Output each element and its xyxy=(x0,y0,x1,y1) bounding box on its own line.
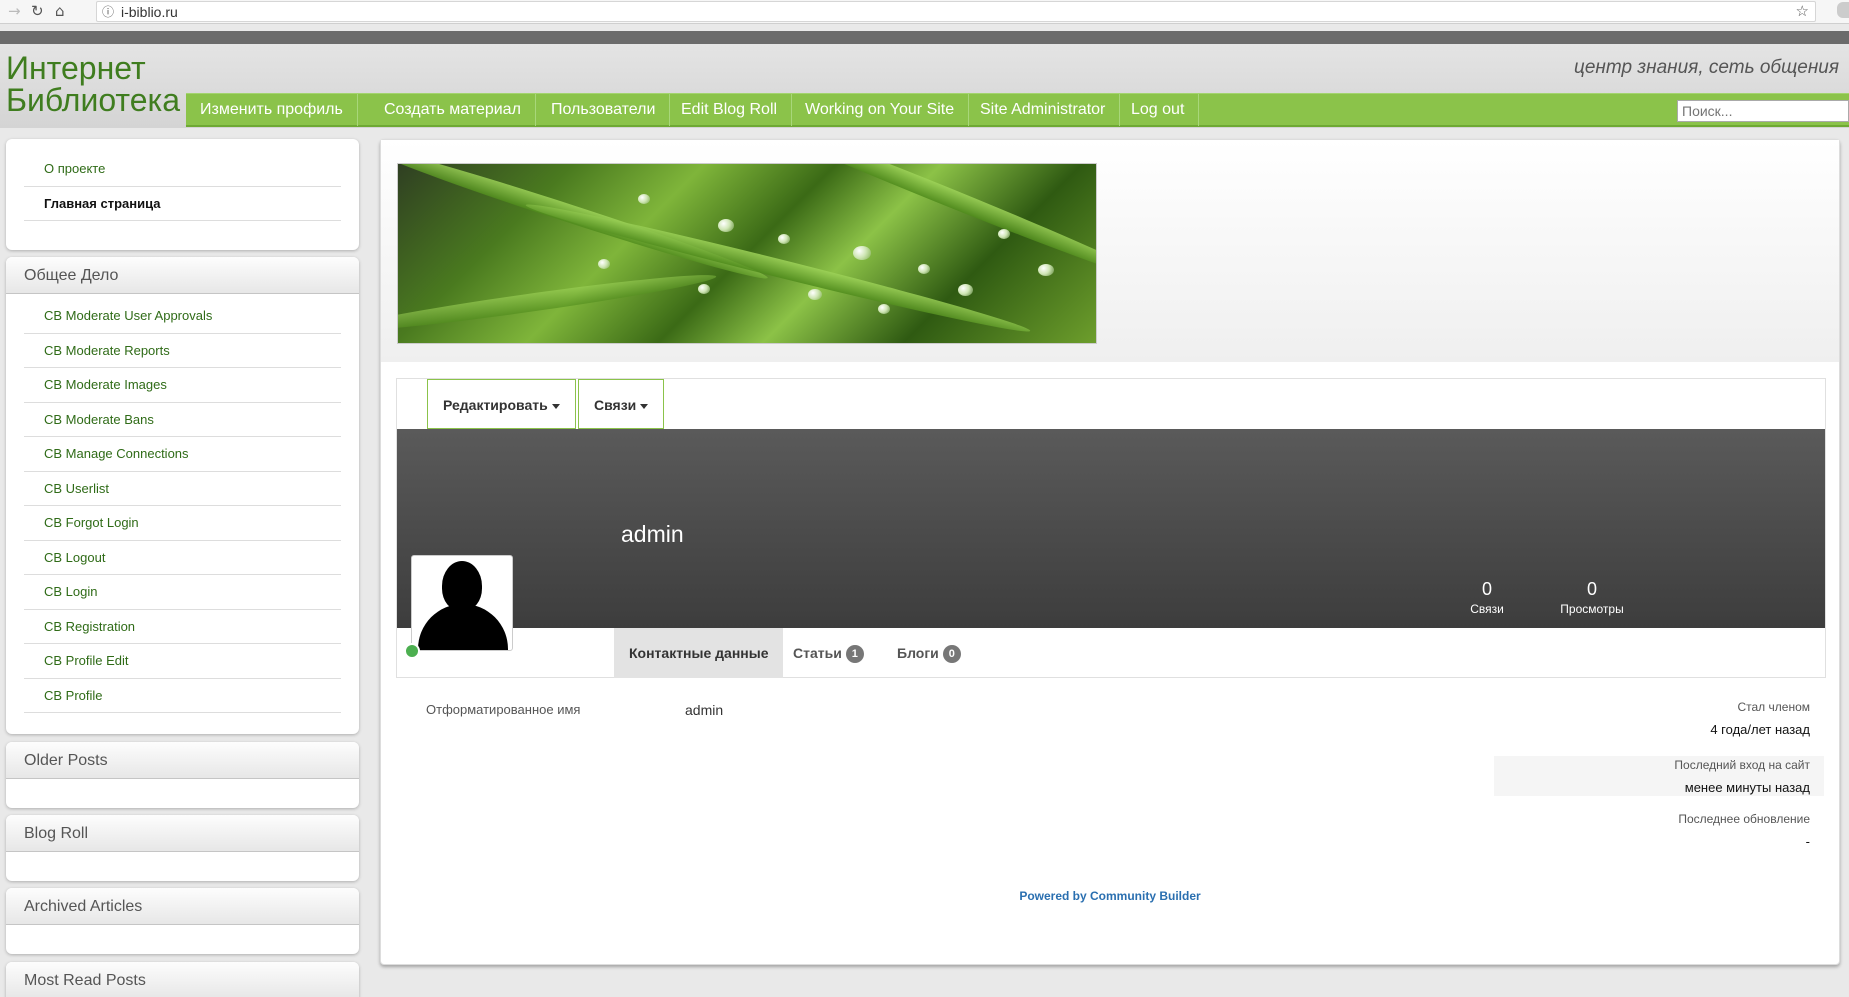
tab-contact-info[interactable]: Контактные данные xyxy=(614,628,784,678)
info-icon[interactable]: ⓘ xyxy=(102,3,114,20)
sidebar-most-read-title: Most Read Posts xyxy=(6,962,359,997)
dark-strip xyxy=(0,31,1849,44)
caret-down-icon xyxy=(551,403,560,409)
sidebar-link-cb-login[interactable]: CB Login xyxy=(24,575,341,610)
formatted-name-label: Отформатированное имя xyxy=(426,702,581,717)
main-menu: Изменить профиль Создать материал Пользо… xyxy=(186,93,1849,127)
connections-button-label: Связи xyxy=(594,397,637,413)
sidebar-link-home[interactable]: Главная страница xyxy=(24,187,341,221)
edit-button-label: Редактировать xyxy=(443,397,548,413)
tab-blogs-count: 0 xyxy=(942,645,961,664)
site-tagline: центр знания, сеть общения xyxy=(1573,57,1839,78)
banner-image xyxy=(397,163,1097,344)
sidebar-blog-roll-panel: Blog Roll xyxy=(6,815,359,881)
sidebar-link-about[interactable]: О проекте xyxy=(24,152,341,187)
sidebar-link-cb-manage-connections[interactable]: CB Manage Connections xyxy=(24,437,341,472)
sidebar-link-cb-logout[interactable]: CB Logout xyxy=(24,541,341,575)
home-icon[interactable]: ⌂ xyxy=(55,2,65,20)
menu-working-on-site[interactable]: Working on Your Site xyxy=(791,94,970,126)
forward-icon[interactable]: → xyxy=(8,2,21,20)
site-logo[interactable]: Интернет Библиотека xyxy=(6,52,184,116)
last-login-label: Последний вход на сайт xyxy=(1674,758,1810,772)
powered-by-link[interactable]: Powered by Community Builder xyxy=(381,889,1839,903)
reload-icon[interactable]: ↻ xyxy=(31,2,44,20)
sidebar-common-panel: Общее Дело CB Moderate User Approvals CB… xyxy=(6,257,359,734)
stat-connections-value: 0 xyxy=(1481,579,1492,599)
search-input[interactable] xyxy=(1677,100,1849,122)
menu-log-out[interactable]: Log out xyxy=(1117,94,1200,126)
main-content: Редактировать Связи admin 0 Связи 0 Прос… xyxy=(380,139,1840,965)
profile-cover: admin 0 Связи 0 Просмотры xyxy=(397,429,1825,628)
sidebar-link-cb-profile-edit[interactable]: CB Profile Edit xyxy=(24,644,341,679)
sidebar-older-posts-title: Older Posts xyxy=(6,742,359,779)
stat-views-label: Просмотры xyxy=(1560,602,1624,616)
stat-connections-label: Связи xyxy=(1470,602,1504,616)
menu-edit-blog-roll[interactable]: Edit Blog Roll xyxy=(667,94,793,126)
profile-toolbar: Редактировать Связи xyxy=(397,379,1825,429)
connections-dropdown-button[interactable]: Связи xyxy=(578,379,665,429)
tab-articles-label: Статьи xyxy=(793,645,842,661)
profile-username: admin xyxy=(621,521,684,547)
bookmark-star-icon[interactable]: ☆ xyxy=(1796,2,1809,20)
sidebar-link-cb-forgot-login[interactable]: CB Forgot Login xyxy=(24,506,341,541)
member-since-value: 4 года/лет назад xyxy=(1710,722,1810,737)
menu-create-content[interactable]: Создать материал xyxy=(370,94,536,126)
edit-dropdown-button[interactable]: Редактировать xyxy=(427,379,576,429)
sidebar-common-title: Общее Дело xyxy=(6,257,359,294)
last-login-value: менее минуты назад xyxy=(1684,780,1810,795)
sidebar-link-cb-registration[interactable]: CB Registration xyxy=(24,610,341,644)
tab-blogs-label: Блоги xyxy=(897,645,939,661)
caret-down-icon xyxy=(640,403,649,409)
profile-box: Редактировать Связи admin 0 Связи 0 Прос… xyxy=(396,378,1826,678)
last-update-value: - xyxy=(1805,834,1810,849)
sidebar-link-cb-moderate-bans[interactable]: CB Moderate Bans xyxy=(24,403,341,437)
formatted-name-value: admin xyxy=(685,702,724,718)
sidebar-link-cb-userlist[interactable]: CB Userlist xyxy=(24,472,341,506)
stat-connections[interactable]: 0 Связи xyxy=(1467,579,1507,616)
menu-users[interactable]: Пользователи xyxy=(537,94,671,126)
tab-contact-info-label: Контактные данные xyxy=(629,645,769,661)
browser-toolbar: → ↻ ⌂ ⓘ i-biblio.ru ☆ xyxy=(0,0,1849,24)
extension-icon[interactable] xyxy=(1837,2,1849,18)
sidebar-link-cb-moderate-images[interactable]: CB Moderate Images xyxy=(24,368,341,403)
member-since: Стал членом 4 года/лет назад xyxy=(1494,700,1824,750)
sidebar-blog-roll-title: Blog Roll xyxy=(6,815,359,852)
profile-tabs: Контактные данные Статьи 1 Блоги 0 xyxy=(397,628,1825,678)
stat-views-value: 0 xyxy=(1586,579,1597,599)
sidebar-archived-title: Archived Articles xyxy=(6,888,359,925)
sidebar-link-cb-profile[interactable]: CB Profile xyxy=(24,679,341,713)
last-update: Последнее обновление - xyxy=(1494,812,1824,862)
sidebar-top-panel: О проекте Главная страница xyxy=(6,139,359,250)
sidebar-archived-panel: Archived Articles xyxy=(6,888,359,954)
address-bar[interactable]: ⓘ i-biblio.ru ☆ xyxy=(96,1,1816,22)
sidebar-most-read-panel: Most Read Posts xyxy=(6,962,359,997)
menu-site-administrator[interactable]: Site Administrator xyxy=(966,94,1121,126)
tab-articles-count: 1 xyxy=(845,645,864,664)
member-since-label: Стал членом xyxy=(1737,700,1810,714)
stat-views[interactable]: 0 Просмотры xyxy=(1557,579,1627,616)
tab-articles[interactable]: Статьи 1 xyxy=(778,628,879,678)
tab-blogs[interactable]: Блоги 0 xyxy=(882,628,976,678)
url-text: i-biblio.ru xyxy=(121,4,178,20)
banner-area xyxy=(381,140,1839,362)
sidebar-link-cb-moderate-reports[interactable]: CB Moderate Reports xyxy=(24,334,341,368)
sidebar-link-cb-moderate-user-approvals[interactable]: CB Moderate User Approvals xyxy=(24,299,341,334)
last-update-label: Последнее обновление xyxy=(1678,812,1810,826)
last-login: Последний вход на сайт менее минуты наза… xyxy=(1494,756,1824,796)
sidebar-older-posts-panel: Older Posts xyxy=(6,742,359,808)
menu-edit-profile[interactable]: Изменить профиль xyxy=(186,94,358,126)
